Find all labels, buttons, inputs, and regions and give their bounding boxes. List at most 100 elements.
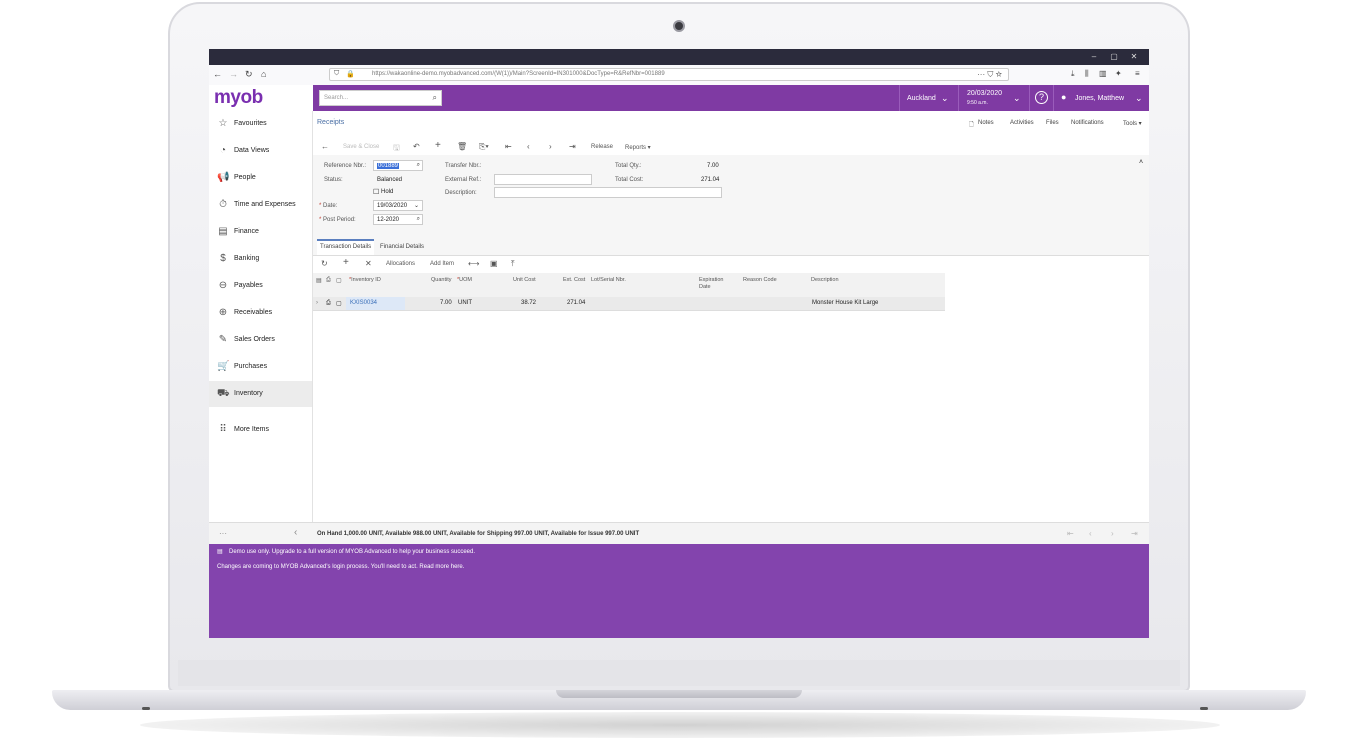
- reload-icon[interactable]: ↻: [245, 69, 253, 80]
- extension-icon[interactable]: ✦: [1115, 69, 1122, 78]
- cell-quantity[interactable]: 7.00: [440, 300, 452, 306]
- sidebar-item-people[interactable]: 📢 People: [209, 165, 312, 191]
- more-icon[interactable]: ···: [977, 70, 985, 79]
- back-icon[interactable]: ←: [213, 69, 222, 79]
- home-icon[interactable]: ⌂: [261, 69, 266, 79]
- lookup-icon[interactable]: ⌕: [417, 216, 420, 223]
- col-ext-cost[interactable]: Ext. Cost: [563, 277, 585, 283]
- page-actions[interactable]: ··· ⛉ ☆: [977, 70, 1002, 80]
- lookup-icon[interactable]: ⌕: [417, 162, 420, 169]
- last-record-icon[interactable]: ⇥: [569, 142, 576, 151]
- copy-icon[interactable]: ⎘▾: [479, 142, 489, 152]
- tab-financial-details[interactable]: Financial Details: [377, 239, 427, 255]
- note-icon[interactable]: ▢: [336, 300, 342, 307]
- external-ref-field[interactable]: [494, 174, 592, 185]
- help-icon[interactable]: ?: [1035, 91, 1048, 104]
- post-period-field[interactable]: 12-2020 ⌕: [373, 214, 423, 225]
- sidebar-item-favourites[interactable]: ☆ Favourites: [209, 111, 312, 137]
- save-close-button[interactable]: Save & Close: [343, 144, 379, 150]
- hold-checkbox[interactable]: ☐: [373, 188, 379, 196]
- close-window-button[interactable]: ✕: [1127, 52, 1141, 61]
- forward-icon[interactable]: →: [229, 69, 238, 79]
- collapse-icon[interactable]: ˄: [1139, 159, 1143, 166]
- search-icon[interactable]: ⌕: [433, 93, 437, 103]
- download-icon[interactable]: ⤓: [1071, 69, 1075, 79]
- next-record-icon[interactable]: ›: [549, 142, 552, 151]
- previous-record-icon[interactable]: ‹: [527, 142, 530, 151]
- collapse-sidebar-icon[interactable]: ‹: [294, 527, 297, 538]
- add-icon[interactable]: +: [435, 140, 441, 151]
- refresh-icon[interactable]: ↻: [321, 259, 328, 268]
- cell-unit-cost[interactable]: 38.72: [521, 300, 536, 306]
- next-page-icon[interactable]: ›: [1111, 529, 1114, 538]
- cell-description[interactable]: Monster House Kit Large: [812, 300, 878, 306]
- notifications-link[interactable]: Notifications: [1071, 120, 1104, 126]
- reference-nbr-field[interactable]: 001889 ⌕: [373, 160, 423, 171]
- col-inventory-id[interactable]: Inventory ID: [351, 277, 381, 283]
- delete-row-icon[interactable]: ✕: [365, 259, 372, 268]
- attachment-icon[interactable]: ⎙: [326, 300, 331, 307]
- fit-columns-icon[interactable]: ⟷: [468, 259, 479, 268]
- first-record-icon[interactable]: ⇤: [505, 142, 512, 151]
- minimize-button[interactable]: –: [1087, 52, 1101, 61]
- sidebar-item-more-items[interactable]: ⠿ More Items: [209, 417, 312, 443]
- col-reason-code[interactable]: Reason Code: [743, 277, 777, 283]
- undo-icon[interactable]: ↶: [413, 142, 420, 151]
- url-bar[interactable]: ⛉ 🔒 https://wakaonline-demo.myobadvanced…: [329, 68, 1009, 81]
- sidebar-item-payables[interactable]: ⊖ Payables: [209, 273, 312, 299]
- sidebar-item-data-views[interactable]: ◔ Data Views: [209, 138, 312, 164]
- sidebar-item-inventory[interactable]: ⛟ Inventory: [209, 381, 312, 407]
- reports-menu[interactable]: Reports ▾: [625, 144, 651, 151]
- tab-transaction-details[interactable]: Transaction Details: [317, 239, 375, 255]
- delete-icon[interactable]: 🗑: [457, 142, 467, 151]
- upload-icon[interactable]: ⤒: [511, 259, 515, 269]
- description-field[interactable]: [494, 187, 722, 198]
- myob-logo[interactable]: myob: [214, 87, 263, 109]
- col-quantity[interactable]: Quantity: [431, 277, 451, 283]
- col-lot-serial[interactable]: Lot/Serial Nbr.: [591, 277, 626, 283]
- tools-menu[interactable]: Tools ▾: [1123, 120, 1142, 127]
- notes-icon[interactable]: 🗋: [969, 120, 974, 130]
- first-page-icon[interactable]: ⇤: [1067, 529, 1074, 538]
- table-row[interactable]: › ⎙ ▢ KXIS0034 7.00 UNIT 38.72 271.04 Mo…: [313, 297, 945, 311]
- sidebar-item-purchases[interactable]: 🛒 Purchases: [209, 354, 312, 380]
- export-excel-icon[interactable]: ▣: [490, 259, 498, 268]
- sidebar-item-finance[interactable]: ▤ Finance: [209, 219, 312, 245]
- cell-inventory-id[interactable]: KXIS0034: [350, 300, 377, 306]
- branch-selector[interactable]: Auckland: [907, 95, 936, 102]
- breadcrumb[interactable]: Receipts: [317, 119, 344, 126]
- date-field[interactable]: 19/03/2020 ⌄: [373, 200, 423, 211]
- sidebar-item-banking[interactable]: $ Banking: [209, 246, 312, 272]
- col-unit-cost[interactable]: Unit Cost: [513, 277, 536, 283]
- cell-ext-cost[interactable]: 271.04: [567, 300, 585, 306]
- chevron-down-icon[interactable]: ⌄: [1013, 93, 1021, 104]
- maximize-button[interactable]: ▢: [1107, 52, 1121, 61]
- cell-uom[interactable]: UNIT: [458, 300, 472, 306]
- col-description[interactable]: Description: [811, 277, 839, 283]
- add-item-button[interactable]: Add Item: [430, 261, 454, 267]
- sidebar-item-receivables[interactable]: ⊕ Receivables: [209, 300, 312, 326]
- search-input[interactable]: Search... ⌕: [319, 90, 442, 106]
- chevron-down-icon[interactable]: ⌄: [941, 93, 949, 104]
- chevron-down-icon[interactable]: ⌄: [414, 202, 419, 209]
- activities-link[interactable]: Activities: [1010, 120, 1034, 126]
- login-change-notice[interactable]: Changes are coming to MYOB Advanced's lo…: [217, 564, 464, 570]
- release-button[interactable]: Release: [591, 144, 613, 150]
- settings-icon[interactable]: ▤: [316, 277, 322, 284]
- sidebar-item-sales-orders[interactable]: ✎ Sales Orders: [209, 327, 312, 353]
- files-link[interactable]: Files: [1046, 120, 1059, 126]
- save-icon[interactable]: 🖫: [393, 142, 400, 156]
- last-page-icon[interactable]: ⇥: [1131, 529, 1138, 538]
- business-date[interactable]: 20/03/2020: [967, 90, 1002, 97]
- add-row-icon[interactable]: +: [343, 257, 349, 268]
- chevron-down-icon[interactable]: ⌄: [1135, 93, 1143, 104]
- back-arrow-icon[interactable]: ←: [321, 142, 329, 151]
- col-uom[interactable]: UOM: [459, 277, 472, 283]
- notes-link[interactable]: Notes: [978, 120, 994, 126]
- library-icon[interactable]: ⫼: [1085, 69, 1089, 79]
- user-menu[interactable]: Jones, Matthew: [1075, 95, 1124, 102]
- expand-row-icon[interactable]: ›: [316, 300, 318, 306]
- more-icon[interactable]: ···: [219, 529, 227, 538]
- menu-icon[interactable]: ≡: [1135, 69, 1140, 78]
- allocations-button[interactable]: Allocations: [386, 261, 415, 267]
